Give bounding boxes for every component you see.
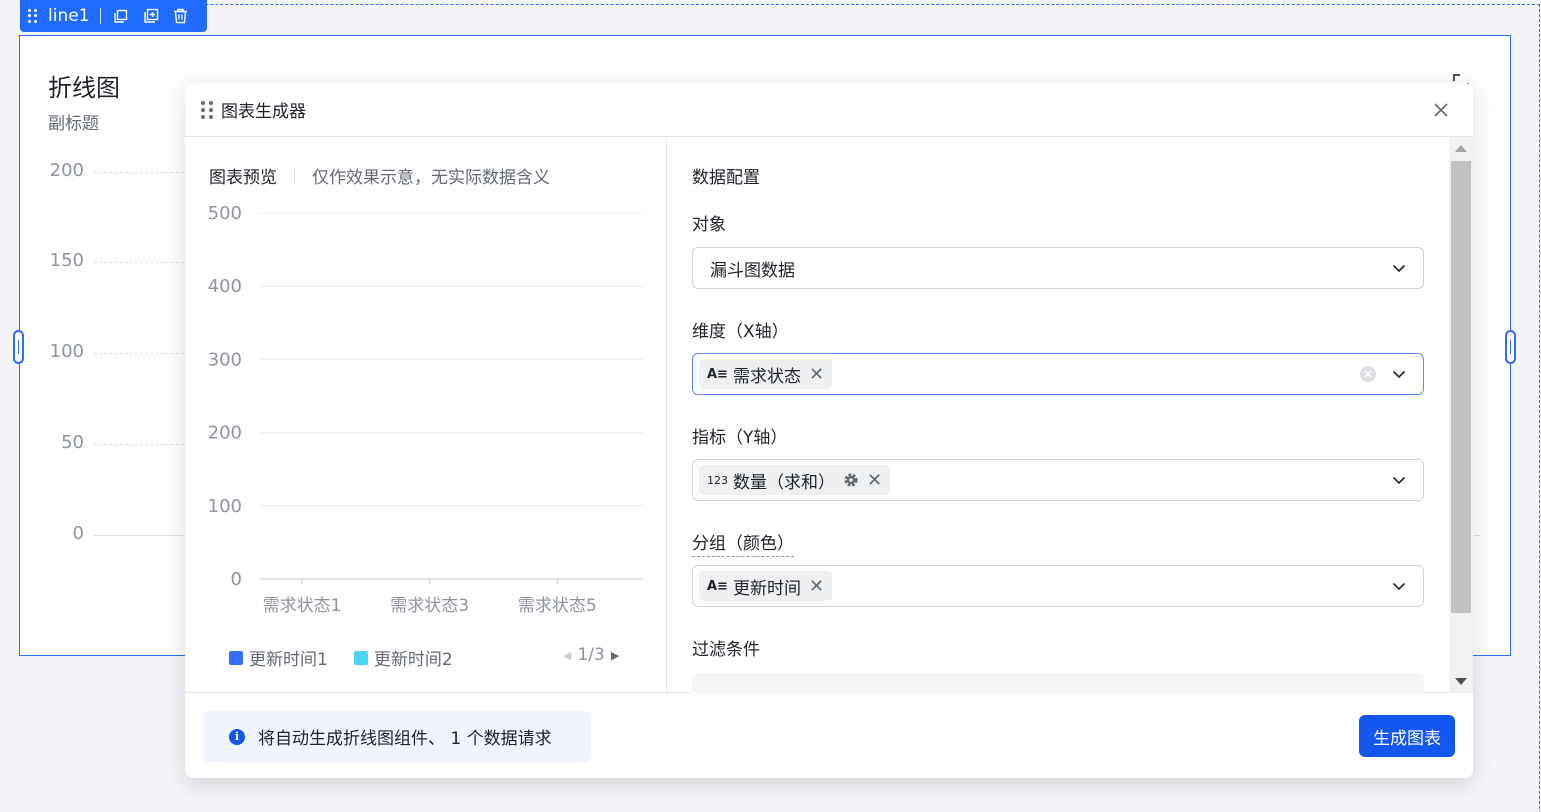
grid-line — [1474, 535, 1480, 536]
remove-tag-icon[interactable]: ✕ — [809, 576, 824, 597]
group-tag[interactable]: A≡ 更新时间 ✕ — [699, 571, 833, 601]
filter-label: 过滤条件 — [692, 640, 760, 660]
drag-handle-icon[interactable] — [28, 9, 38, 23]
dialog-title: 图表生成器 — [221, 102, 306, 122]
preview-header: 图表预览 仅作效果示意，无实际数据含义 — [209, 163, 550, 188]
y-tick-label: 500 — [208, 203, 242, 224]
y-tick-label: 100 — [208, 496, 242, 517]
close-icon[interactable] — [1431, 100, 1451, 120]
pager-next-icon[interactable]: ▶ — [611, 649, 619, 662]
component-title: 折线图 — [48, 74, 120, 102]
y-tick-label: 200 — [208, 423, 242, 444]
dimension-select[interactable]: A≡ 需求状态 ✕ — [692, 353, 1424, 395]
x-tick-label: 需求状态5 — [518, 596, 597, 616]
y-tick-label: 300 — [208, 349, 242, 370]
grid-line — [94, 172, 184, 173]
generate-chart-button[interactable]: 生成图表 — [1359, 715, 1455, 757]
delete-icon[interactable] — [173, 8, 189, 24]
duplicate-icon[interactable] — [143, 8, 159, 24]
axis-line — [94, 535, 184, 536]
remove-tag-icon[interactable]: ✕ — [867, 470, 882, 491]
scroll-down-icon[interactable] — [1455, 678, 1467, 685]
metric-select[interactable]: 123 数量（求和） ✕ — [692, 459, 1424, 501]
y-tick-label: 50 — [61, 432, 84, 453]
grid-line — [94, 444, 184, 445]
preview-note: 仅作效果示意，无实际数据含义 — [312, 168, 550, 188]
x-tick-label: 需求状态3 — [390, 596, 469, 616]
drag-handle-icon[interactable] — [201, 100, 213, 119]
info-icon: i — [229, 728, 245, 745]
resize-handle-left[interactable] — [13, 330, 24, 364]
config-section-title: 数据配置 — [692, 168, 760, 188]
y-tick-label: 0 — [72, 523, 84, 544]
component-toolbar: line1 — [20, 0, 207, 32]
config-pane: 数据配置 对象 漏斗图数据 维度（X轴） A≡ 需求状态 ✕ 指标（Y轴） 12… — [667, 137, 1473, 693]
object-label: 对象 — [692, 215, 726, 235]
legend-label: 更新时间1 — [249, 650, 328, 670]
clear-icon[interactable] — [1359, 365, 1377, 383]
y-tick-label: 100 — [49, 341, 84, 362]
dialog-footer: i 将自动生成折线图组件、 1 个数据请求 生成图表 — [185, 693, 1473, 778]
y-tick-label: 400 — [208, 276, 242, 297]
toolbar-divider — [99, 8, 101, 24]
grid-line — [94, 262, 184, 263]
y-tick-label: 150 — [49, 250, 84, 271]
text-type-icon: A≡ — [707, 366, 728, 382]
chevron-down-icon[interactable] — [1391, 366, 1407, 382]
chevron-down-icon[interactable] — [1391, 578, 1407, 594]
metric-tag[interactable]: 123 数量（求和） ✕ — [699, 465, 891, 495]
preview-chart: 500 400 300 200 100 0 需求状态1 需求状态3 需求状态5 — [208, 203, 643, 616]
dimension-tag[interactable]: A≡ 需求状态 ✕ — [699, 359, 833, 389]
resize-handle-right[interactable] — [1505, 330, 1516, 364]
info-text: 将自动生成折线图组件、 1 个数据请求 — [258, 729, 552, 749]
legend-label: 更新时间2 — [373, 650, 453, 670]
group-label: 分组（颜色） — [692, 529, 794, 557]
dimension-label: 维度（X轴） — [692, 322, 789, 342]
chart-legend: 更新时间1 更新时间2 — [229, 645, 479, 670]
legend-swatch — [353, 650, 368, 665]
grid-line — [94, 353, 184, 354]
scrollbar-thumb[interactable] — [1451, 161, 1471, 613]
dimension-tag-label: 需求状态 — [732, 366, 801, 387]
filter-area[interactable] — [692, 673, 1424, 693]
scrollbar[interactable] — [1449, 137, 1473, 693]
group-select[interactable]: A≡ 更新时间 ✕ — [692, 565, 1424, 607]
number-type-icon: 123 — [707, 473, 728, 487]
chart-generator-dialog: 图表生成器 图表预览 仅作效果示意，无实际数据含义 500 400 300 200 10… — [185, 83, 1473, 778]
copy-icon[interactable] — [113, 8, 129, 24]
object-select[interactable]: 漏斗图数据 — [692, 247, 1424, 289]
component-name: line1 — [48, 6, 90, 26]
x-tick-label: 需求状态1 — [263, 596, 342, 616]
text-type-icon: A≡ — [707, 578, 728, 594]
legend-item[interactable]: 更新时间1 — [229, 645, 328, 670]
metric-label: 指标（Y轴） — [692, 428, 788, 448]
info-banner: i 将自动生成折线图组件、 1 个数据请求 — [203, 711, 590, 762]
remove-tag-icon[interactable]: ✕ — [809, 364, 824, 385]
y-tick-label: 0 — [231, 569, 242, 590]
divider — [294, 167, 295, 184]
object-value: 漏斗图数据 — [710, 260, 795, 281]
gear-icon[interactable] — [843, 472, 859, 488]
chevron-down-icon[interactable] — [1391, 472, 1407, 488]
preview-title: 图表预览 — [209, 168, 277, 188]
preview-pane: 图表预览 仅作效果示意，无实际数据含义 500 400 300 200 100 0 需求状态… — [185, 137, 667, 693]
metric-tag-label: 数量（求和） — [733, 472, 835, 493]
group-tag-label: 更新时间 — [732, 578, 801, 599]
scroll-up-icon[interactable] — [1455, 145, 1467, 152]
chevron-down-icon[interactable] — [1391, 260, 1407, 276]
legend-pager: ◀ 1/3 ▶ — [563, 645, 619, 665]
component-subtitle: 副标题 — [48, 114, 99, 134]
dialog-header: 图表生成器 — [185, 83, 1473, 137]
pager-prev-icon[interactable]: ◀ — [563, 649, 571, 662]
dialog-body: 图表预览 仅作效果示意，无实际数据含义 500 400 300 200 100 0 需求状态… — [185, 137, 1473, 693]
legend-item[interactable]: 更新时间2 — [353, 645, 453, 670]
legend-swatch — [229, 650, 243, 665]
y-tick-label: 200 — [49, 160, 84, 181]
pager-text: 1/3 — [577, 645, 605, 665]
